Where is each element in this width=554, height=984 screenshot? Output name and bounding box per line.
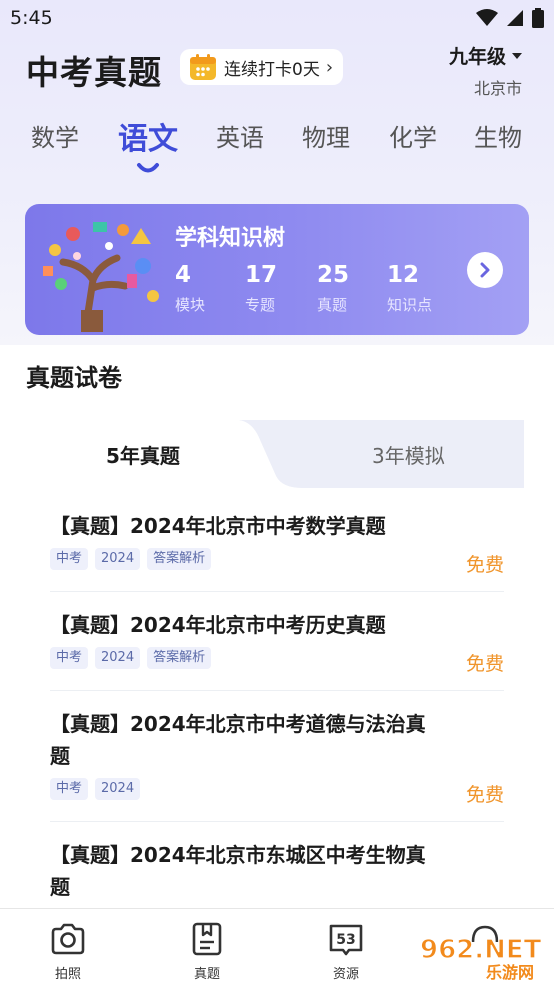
status-icons xyxy=(476,8,544,28)
tab-physics[interactable]: 物理 xyxy=(302,118,350,153)
tab-chinese[interactable]: 语文 xyxy=(118,114,178,158)
tag-exam-type: 中考 xyxy=(50,548,89,570)
list-item[interactable]: 【真题】2024年北京市中考道德与法治真 题 中考 2024 免费 xyxy=(50,708,504,822)
paper-tabs: 5年真题 3年模拟 xyxy=(30,420,524,492)
tag-year: 2024 xyxy=(95,548,141,570)
nav-exams[interactable]: 真题 xyxy=(167,921,247,982)
nav-label: 真题 xyxy=(193,967,220,982)
subject-tabs: 数学 语文 英语 物理 化学 生物 xyxy=(0,118,554,188)
status-time: 5:45 xyxy=(10,7,53,29)
paper-title-line1: 【真题】2024年北京市东城区中考生物真 xyxy=(50,843,426,867)
grade-selector[interactable]: 九年级 北京市 xyxy=(449,42,522,99)
nav-label: 拍照 xyxy=(54,967,81,982)
caret-down-icon xyxy=(512,52,522,59)
section-title: 真题试卷 xyxy=(26,364,122,392)
tab-english[interactable]: 英语 xyxy=(216,118,264,153)
resource-badge: 53 xyxy=(336,932,355,948)
wifi-icon xyxy=(476,9,498,26)
watermark-subtext: 乐游网 xyxy=(486,963,534,982)
knowledge-tree-title: 学科知识树 xyxy=(175,226,286,251)
tag-year: 2024 xyxy=(95,647,141,669)
paper-title-line2: 题 xyxy=(50,744,70,768)
checkin-button[interactable]: 连续打卡0天 › xyxy=(180,49,344,85)
stat-modules: 4 模块 xyxy=(175,262,206,314)
tab-chemistry[interactable]: 化学 xyxy=(389,118,437,153)
watermark-text: 962.NET xyxy=(420,935,542,965)
header: 中考真题 连续打卡0天 › 九年级 北京市 xyxy=(26,44,530,98)
list-item[interactable]: 【真题】2024年北京市中考历史真题 中考 2024 答案解析 免费 xyxy=(50,609,504,691)
watermark-logo: 962.NET 乐游网 xyxy=(419,934,542,982)
knowledge-tree-card[interactable]: 学科知识树 4 模块 17 专题 25 真题 12 知识点 xyxy=(25,204,529,335)
nav-resources[interactable]: 53 资源 xyxy=(306,921,386,982)
camera-icon xyxy=(51,923,85,955)
tag-exam-type: 中考 xyxy=(50,647,89,669)
city-label: 北京市 xyxy=(473,79,522,98)
paper-tabs-background xyxy=(30,420,524,492)
tag-answers: 答案解析 xyxy=(147,548,212,570)
document-icon xyxy=(192,922,222,956)
battery-icon xyxy=(532,8,544,28)
page-title: 中考真题 xyxy=(26,53,162,92)
status-bar: 5:45 xyxy=(0,0,554,36)
nav-camera[interactable]: 拍照 xyxy=(28,921,108,982)
tab-math[interactable]: 数学 xyxy=(31,118,79,153)
knowledge-tree-illustration xyxy=(43,222,159,332)
paper-title-line1: 【真题】2024年北京市中考道德与法治真 xyxy=(50,712,426,736)
book-53-icon: 53 xyxy=(329,924,363,956)
price-label: 免费 xyxy=(465,653,504,675)
list-item[interactable]: 【真题】2024年北京市中考数学真题 中考 2024 答案解析 免费 xyxy=(50,510,504,592)
signal-icon xyxy=(507,10,523,26)
stat-topics: 17 专题 xyxy=(245,262,278,314)
tag-answers: 答案解析 xyxy=(147,647,212,669)
stat-knowledge-points: 12 知识点 xyxy=(387,262,433,314)
paper-title: 【真题】2024年北京市中考数学真题 xyxy=(50,514,386,538)
checkin-label: 连续打卡0天 xyxy=(224,59,320,80)
paper-title: 【真题】2024年北京市中考历史真题 xyxy=(50,613,386,637)
calendar-icon xyxy=(190,54,216,80)
tag-exam-type: 中考 xyxy=(50,778,89,800)
grade-label: 九年级 xyxy=(448,46,506,68)
chevron-right-icon: › xyxy=(325,56,334,78)
tab-3-year-mock[interactable]: 3年模拟 xyxy=(372,440,445,469)
paper-title-line2: 题 xyxy=(50,875,70,899)
price-label: 免费 xyxy=(465,554,504,576)
list-item[interactable]: 【真题】2024年北京市东城区中考生物真 题 xyxy=(50,839,504,919)
chevron-right-circle-icon[interactable] xyxy=(467,252,503,288)
stat-exams: 25 真题 xyxy=(317,262,350,314)
active-tab-indicator xyxy=(137,163,159,173)
tag-year: 2024 xyxy=(95,778,141,800)
tab-5-year-exams[interactable]: 5年真题 xyxy=(106,440,180,469)
price-label: 免费 xyxy=(465,784,504,806)
tab-biology[interactable]: 生物 xyxy=(474,118,522,153)
nav-label: 资源 xyxy=(332,967,359,982)
